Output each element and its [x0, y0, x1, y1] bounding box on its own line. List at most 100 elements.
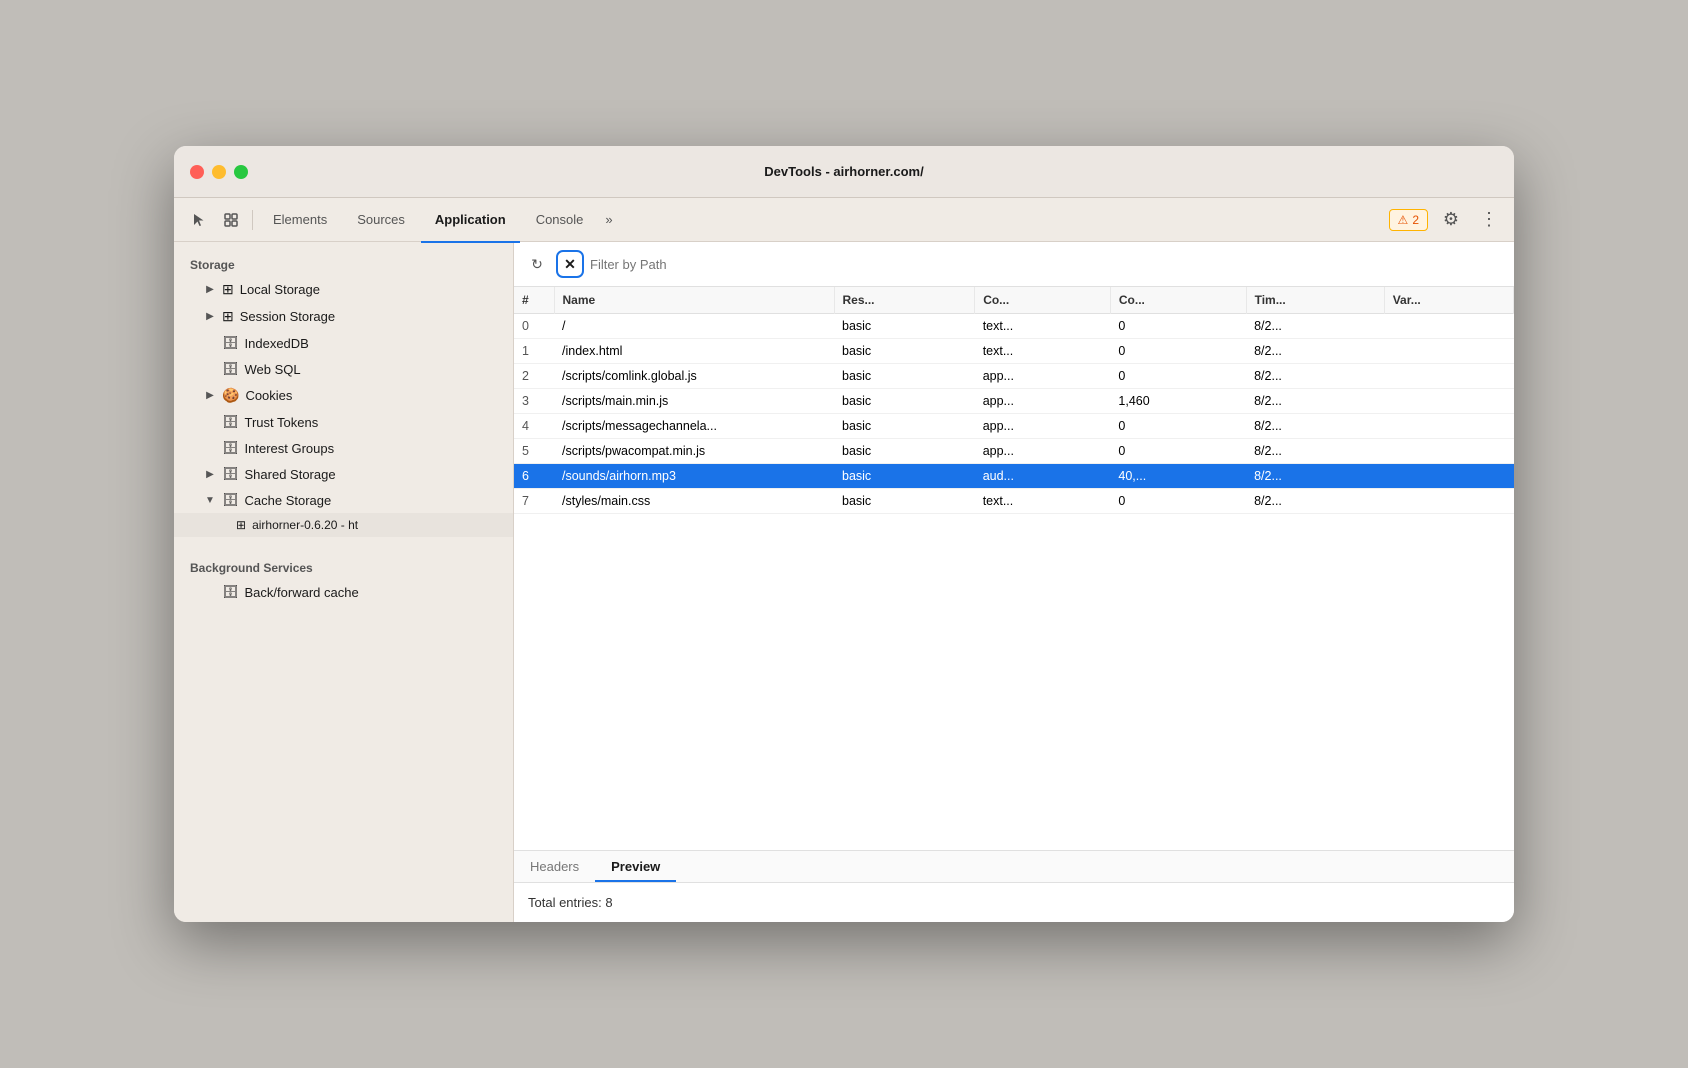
traffic-lights — [190, 165, 248, 179]
sidebar-item-shared-storage[interactable]: ▶ 🗄 Shared Storage — [174, 461, 513, 487]
entries-table: # Name Res... Co... Co... Tim... Var... … — [514, 287, 1514, 514]
cell-value — [1384, 314, 1513, 339]
sidebar-item-indexeddb[interactable]: ▶ 🗄 IndexedDB — [174, 330, 513, 356]
table-row[interactable]: 1/index.htmlbasictext...08/2... — [514, 339, 1514, 364]
cell-value: app... — [975, 414, 1111, 439]
sidebar-item-interest-groups[interactable]: ▶ 🗄 Interest Groups — [174, 435, 513, 461]
cell-value: text... — [975, 489, 1111, 514]
cell-name: / — [554, 314, 834, 339]
table-row[interactable]: 2/scripts/comlink.global.jsbasicapp...08… — [514, 364, 1514, 389]
cell-value: app... — [975, 389, 1111, 414]
tab-sources[interactable]: Sources — [343, 204, 419, 235]
cookie-icon: 🍪 — [222, 387, 239, 404]
maximize-button[interactable] — [234, 165, 248, 179]
cell-name: /scripts/messagechannela... — [554, 414, 834, 439]
table-row[interactable]: 4/scripts/messagechannela...basicapp...0… — [514, 414, 1514, 439]
cell-value: aud... — [975, 464, 1111, 489]
sidebar-item-trust-tokens[interactable]: ▶ 🗄 Trust Tokens — [174, 409, 513, 435]
sidebar-item-label: Back/forward cache — [245, 585, 359, 600]
table-row[interactable]: 3/scripts/main.min.jsbasicapp...1,4608/2… — [514, 389, 1514, 414]
table-row[interactable]: 6/sounds/airhorn.mp3basicaud...40,...8/2… — [514, 464, 1514, 489]
table-row[interactable]: 0/basictext...08/2... — [514, 314, 1514, 339]
filter-input[interactable] — [590, 257, 1504, 272]
tab-application[interactable]: Application — [421, 204, 520, 235]
cell-name: /styles/main.css — [554, 489, 834, 514]
more-menu-button[interactable]: ⋮ — [1474, 205, 1504, 235]
sidebar-item-cache-entry[interactable]: ▶ ⊞ airhorner-0.6.20 - ht — [174, 513, 513, 537]
sidebar-item-label: Cache Storage — [245, 493, 332, 508]
table-row[interactable]: 7/styles/main.cssbasictext...08/2... — [514, 489, 1514, 514]
sidebar-item-back-forward-cache[interactable]: ▶ 🗄 Back/forward cache — [174, 579, 513, 605]
col-co1: Co... — [975, 287, 1111, 314]
storage-section-label: Storage — [174, 250, 513, 276]
cell-value: basic — [834, 314, 975, 339]
warning-badge[interactable]: ⚠ 2 — [1389, 209, 1428, 231]
toolbar-separator — [252, 210, 253, 230]
cell-num: 2 — [514, 364, 554, 389]
cell-num: 1 — [514, 339, 554, 364]
tab-elements[interactable]: Elements — [259, 204, 341, 235]
cell-value — [1384, 414, 1513, 439]
table-header-row: # Name Res... Co... Co... Tim... Var... — [514, 287, 1514, 314]
sidebar-item-cache-storage[interactable]: ▼ 🗄 Cache Storage — [174, 487, 513, 513]
cell-num: 5 — [514, 439, 554, 464]
col-num: # — [514, 287, 554, 314]
clear-filter-button[interactable]: ✕ — [556, 250, 584, 278]
chevron-right-icon: ▶ — [204, 390, 216, 402]
tab-console[interactable]: Console — [522, 204, 598, 235]
sidebar-item-local-storage[interactable]: ▶ ⊞ Local Storage — [174, 276, 513, 303]
cell-num: 0 — [514, 314, 554, 339]
main-panel: ↻ ✕ # Name Res... Co... Co... Tim... — [514, 242, 1514, 922]
cell-name: /scripts/main.min.js — [554, 389, 834, 414]
sidebar-item-label: Trust Tokens — [245, 415, 319, 430]
cache-table: # Name Res... Co... Co... Tim... Var... … — [514, 287, 1514, 850]
db-icon: 🗄 — [222, 584, 239, 600]
table-row[interactable]: 5/scripts/pwacompat.min.jsbasicapp...08/… — [514, 439, 1514, 464]
toolbar-right: ⚠ 2 ⚙ ⋮ — [1389, 205, 1504, 235]
cell-value: basic — [834, 464, 975, 489]
filter-bar: ↻ ✕ — [514, 242, 1514, 287]
content-area: Storage ▶ ⊞ Local Storage ▶ ⊞ Session St… — [174, 242, 1514, 922]
chevron-right-icon: ▶ — [204, 468, 216, 480]
sidebar-item-label: airhorner-0.6.20 - ht — [252, 518, 358, 532]
cell-value: basic — [834, 489, 975, 514]
warning-icon: ⚠ — [1398, 213, 1409, 227]
cell-value: 0 — [1110, 439, 1246, 464]
settings-button[interactable]: ⚙ — [1436, 205, 1466, 235]
refresh-button[interactable]: ↻ — [524, 251, 550, 277]
tab-headers[interactable]: Headers — [514, 851, 595, 882]
col-co2: Co... — [1110, 287, 1246, 314]
cell-value: app... — [975, 364, 1111, 389]
cell-num: 3 — [514, 389, 554, 414]
cell-value: text... — [975, 339, 1111, 364]
db-icon: 🗄 — [222, 440, 239, 456]
cursor-icon[interactable] — [184, 205, 214, 235]
minimize-button[interactable] — [212, 165, 226, 179]
cell-value: basic — [834, 339, 975, 364]
cell-value: 8/2... — [1246, 314, 1384, 339]
bottom-tabs: Headers Preview — [514, 850, 1514, 883]
more-tabs-button[interactable]: » — [599, 204, 618, 235]
sidebar-item-label: Local Storage — [240, 282, 320, 297]
db-icon: 🗄 — [222, 335, 239, 351]
sidebar-item-web-sql[interactable]: ▶ 🗄 Web SQL — [174, 356, 513, 382]
cell-value: basic — [834, 364, 975, 389]
cell-value — [1384, 439, 1513, 464]
sidebar-item-session-storage[interactable]: ▶ ⊞ Session Storage — [174, 303, 513, 330]
tab-preview[interactable]: Preview — [595, 851, 676, 882]
sidebar-item-label: Shared Storage — [245, 467, 336, 482]
chevron-right-icon: ▶ — [204, 311, 216, 323]
cell-value: 8/2... — [1246, 464, 1384, 489]
grid-icon: ⊞ — [236, 518, 246, 532]
cell-value: 8/2... — [1246, 489, 1384, 514]
col-var: Var... — [1384, 287, 1513, 314]
chevron-down-icon: ▼ — [204, 494, 216, 506]
sidebar-item-label: Session Storage — [240, 309, 335, 324]
cell-value: 8/2... — [1246, 364, 1384, 389]
cell-name: /scripts/comlink.global.js — [554, 364, 834, 389]
cell-value — [1384, 389, 1513, 414]
sidebar-item-cookies[interactable]: ▶ 🍪 Cookies — [174, 382, 513, 409]
sidebar-item-label: Cookies — [245, 388, 292, 403]
close-button[interactable] — [190, 165, 204, 179]
inspect-icon[interactable] — [216, 205, 246, 235]
